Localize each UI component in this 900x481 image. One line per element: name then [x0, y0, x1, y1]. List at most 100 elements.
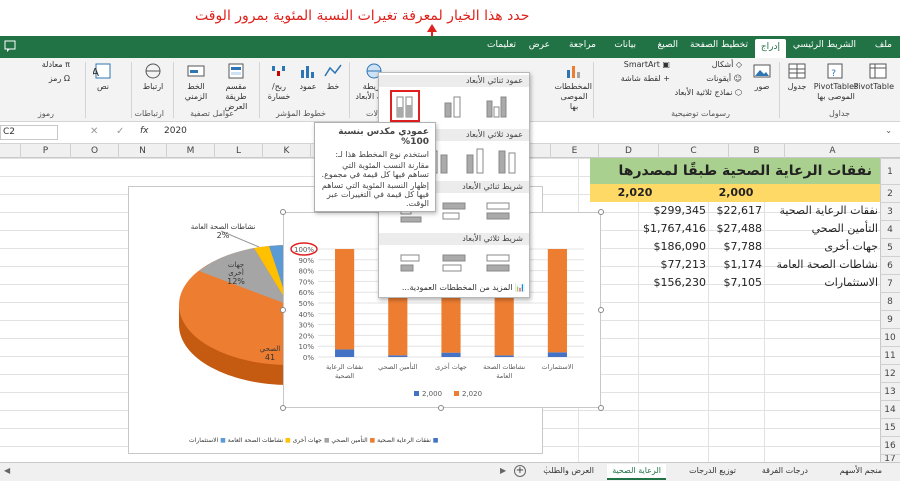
chart-option-100-stacked-column[interactable] — [396, 96, 413, 118]
row-label[interactable]: نفقات الرعاية الصحية — [764, 202, 878, 220]
recommended-charts-button[interactable]: المخططات الموصى بها — [554, 62, 592, 112]
sheet-tab-stocks[interactable]: منجم الأسهم — [840, 466, 882, 475]
row-6[interactable]: 6 — [880, 256, 900, 274]
row-label[interactable]: الاستثمارات — [764, 274, 878, 292]
smartart-button[interactable]: ▣ SmartArt — [612, 60, 670, 70]
row-3[interactable]: 3 — [880, 202, 900, 220]
resize-handle[interactable] — [598, 209, 604, 215]
column-C[interactable]: C — [658, 144, 728, 158]
cell-2020[interactable]: $77,213 — [638, 256, 707, 274]
resize-handle[interactable] — [280, 405, 286, 411]
sparkline-column-button[interactable]: عمود — [296, 62, 320, 92]
row-5[interactable]: 5 — [880, 238, 900, 256]
cell-2000[interactable]: $1,174 — [708, 256, 763, 274]
sheet-tab-class-grades[interactable]: درجات الفرقة — [762, 466, 808, 475]
formula-input[interactable]: 2020 — [164, 126, 187, 136]
cell-2000[interactable]: $7,105 — [708, 274, 763, 292]
timeline-button[interactable]: الخط الزمني — [178, 62, 214, 102]
row-1[interactable]: 1 — [880, 158, 900, 184]
chart-option-3d-100-column[interactable] — [498, 150, 516, 174]
fx-icon[interactable]: fx — [140, 126, 149, 136]
3d-models-button[interactable]: ⬡ نماذج ثلاثية الأبعاد — [642, 88, 742, 98]
row-8[interactable]: 8 — [880, 292, 900, 310]
chart-option-3d-clustered-column[interactable] — [466, 148, 484, 174]
pivottable-button[interactable]: PivotTable — [854, 62, 894, 92]
row-11[interactable]: 11 — [880, 346, 900, 364]
header-2020[interactable]: 2,020 — [600, 184, 670, 202]
resize-handle[interactable] — [598, 307, 604, 313]
row-17[interactable]: 17 — [880, 454, 900, 462]
row-label[interactable]: جهات أخرى — [764, 238, 878, 256]
sheet-tab-grade-distribution[interactable]: توزيع الدرجات — [689, 466, 736, 475]
chart-option-3d-100-bar[interactable] — [486, 254, 510, 272]
text-button[interactable]: A نص — [90, 62, 116, 92]
tab-data[interactable]: بيانات — [614, 40, 636, 50]
shapes-button[interactable]: ◇ أشكال — [682, 60, 742, 70]
confirm-icon[interactable]: ✓ — [116, 126, 124, 137]
row-15[interactable]: 15 — [880, 418, 900, 436]
tab-file[interactable]: ملف — [875, 40, 892, 50]
symbol-button[interactable]: Ω رمز — [10, 74, 70, 84]
row-14[interactable]: 14 — [880, 400, 900, 418]
row-label[interactable]: نشاطات الصحة العامة — [764, 256, 878, 274]
tab-formulas[interactable]: الصيغ — [657, 40, 678, 50]
resize-handle[interactable] — [280, 307, 286, 313]
column-B[interactable]: B — [728, 144, 784, 158]
chart-option-stacked-bar[interactable] — [442, 202, 466, 220]
row-label[interactable]: التأمين الصحي — [764, 220, 878, 238]
row-12[interactable]: 12 — [880, 364, 900, 382]
chart-option-3d-stacked-bar[interactable] — [442, 254, 466, 272]
row-7[interactable]: 7 — [880, 274, 900, 292]
recommended-pivot-button[interactable]: ? PivotTables الموصى بها — [812, 62, 860, 102]
cell-2020[interactable]: $1,767,416 — [626, 220, 706, 238]
chart-option-100-stacked-bar[interactable] — [486, 202, 510, 220]
sheet-tab-healthcare[interactable]: الرعاية الصحية — [607, 464, 666, 480]
tab-home[interactable]: الشريط الرئيسي — [793, 40, 856, 50]
row-13[interactable]: 13 — [880, 382, 900, 400]
more-sheets-icon[interactable]: ⋮ — [542, 466, 551, 476]
chart-option-stacked-column[interactable] — [444, 96, 461, 118]
name-box[interactable]: C2 — [0, 125, 58, 140]
add-sheet-icon[interactable]: + — [514, 465, 526, 477]
screenshot-button[interactable]: + لقطة شاشة — [600, 74, 670, 84]
row-9[interactable]: 9 — [880, 310, 900, 328]
tab-help[interactable]: تعليمات — [487, 40, 516, 50]
comments-icon[interactable] — [4, 40, 16, 52]
column-M[interactable]: M — [166, 144, 214, 158]
chart-option-clustered-column[interactable] — [486, 96, 507, 118]
sparkline-winloss-button[interactable]: ربح/ خسارة — [264, 62, 294, 102]
scroll-left-icon[interactable]: ◀ — [4, 466, 10, 475]
row-16[interactable]: 16 — [880, 436, 900, 454]
cell-2000[interactable]: $27,488 — [708, 220, 763, 238]
sparkline-line-button[interactable]: خط — [322, 62, 344, 92]
cell-2020[interactable]: $156,230 — [638, 274, 707, 292]
tab-review[interactable]: مراجعة — [569, 40, 596, 50]
column-L[interactable]: L — [214, 144, 262, 158]
cell-2000[interactable]: $22,617 — [708, 202, 763, 220]
expand-formula-icon[interactable]: ⌄ — [885, 126, 892, 135]
tab-insert[interactable]: إدراج — [754, 39, 786, 58]
table-button[interactable]: جدول — [784, 62, 810, 92]
column-K[interactable]: K — [262, 144, 310, 158]
cancel-icon[interactable]: ✕ — [90, 126, 98, 137]
column-N[interactable]: N — [118, 144, 166, 158]
row-10[interactable]: 10 — [880, 328, 900, 346]
tab-page-layout[interactable]: تخطيط الصفحة — [690, 40, 748, 50]
link-button[interactable]: ارتباط — [136, 62, 170, 92]
row-2[interactable]: 2 — [880, 184, 900, 202]
more-column-charts-link[interactable]: 📊 المزيد من المخططات العمودية... — [385, 283, 525, 292]
header-2000[interactable]: 2,000 — [708, 184, 764, 202]
resize-handle[interactable] — [280, 209, 286, 215]
scroll-right-icon[interactable]: ▶ — [500, 466, 506, 475]
tab-view[interactable]: عرض — [529, 40, 550, 50]
slicer-button[interactable]: مقسم طريقة العرض — [216, 62, 256, 112]
resize-handle[interactable] — [598, 405, 604, 411]
column-A[interactable]: A — [784, 144, 880, 158]
column-P[interactable]: P — [20, 144, 70, 158]
table-title[interactable]: نفقات الرعاية الصحية طبقًا لمصدرها — [590, 158, 880, 184]
column-O[interactable]: O — [70, 144, 118, 158]
equation-button[interactable]: π معادلة — [10, 60, 70, 70]
icons-button[interactable]: ☺ أيقونات — [682, 74, 742, 84]
chart-option-3d-clustered-bar[interactable] — [400, 254, 420, 272]
row-4[interactable]: 4 — [880, 220, 900, 238]
